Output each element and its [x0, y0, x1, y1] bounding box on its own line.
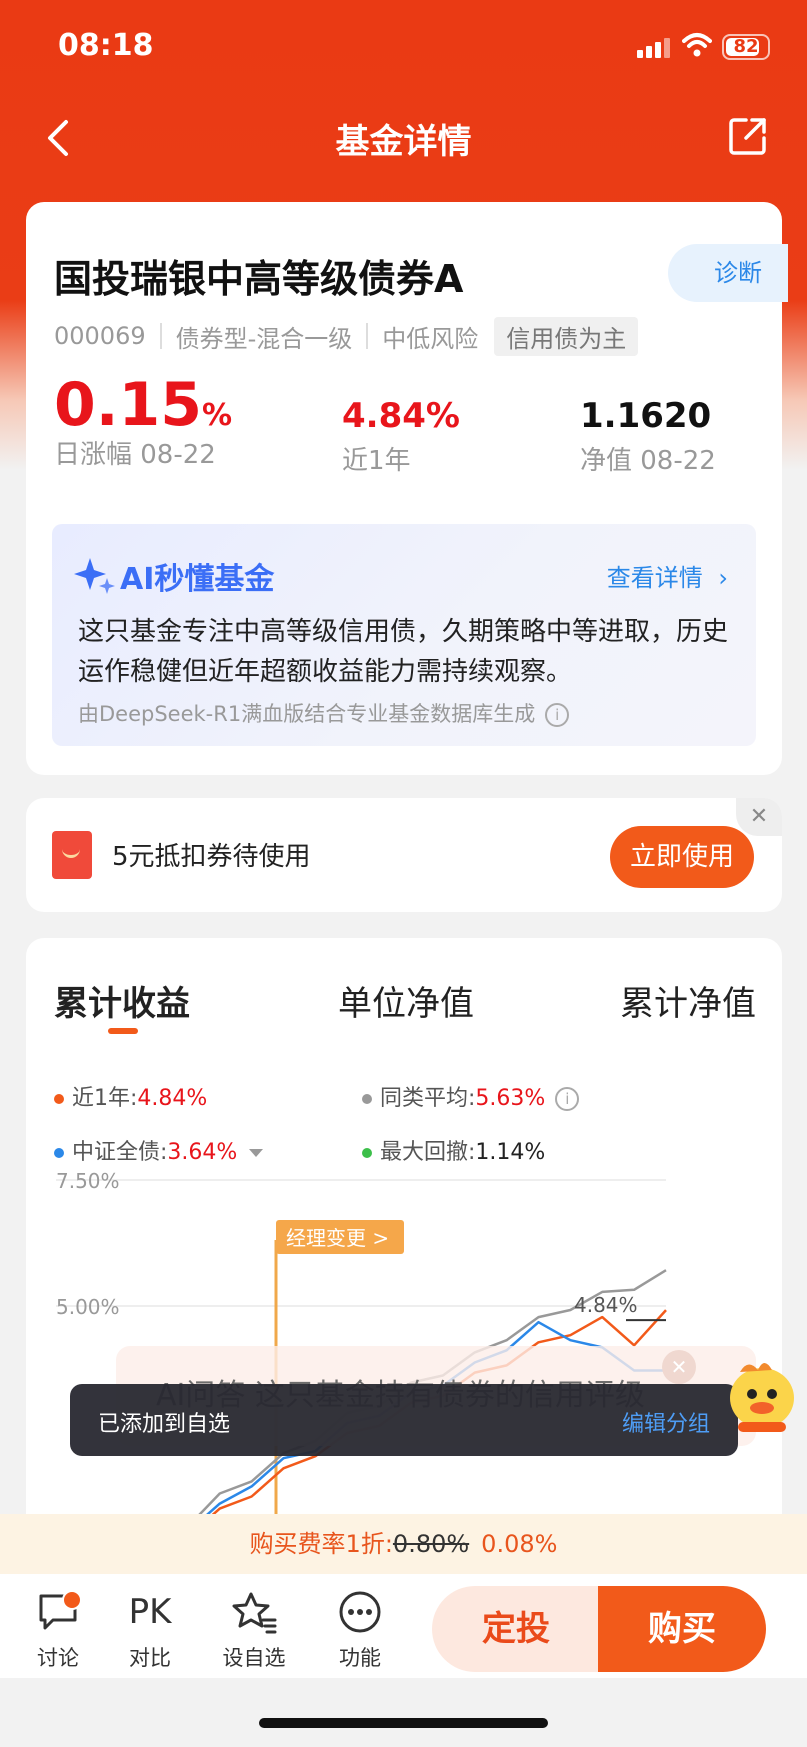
fee-prefix: 购买费率1折:: [249, 1530, 393, 1558]
add-watchlist-label: 设自选: [222, 1646, 286, 1670]
fund-name: 国投瑞银中高等级债券A: [54, 257, 464, 301]
end-value-label: 4.84%: [574, 1293, 638, 1317]
use-coupon-button[interactable]: 立即使用: [610, 826, 754, 888]
divider: [159, 323, 162, 349]
status-bar: 08:18 82: [0, 0, 807, 96]
coupon-text: 5元抵扣券待使用: [112, 842, 311, 872]
fund-tags: 000069 债券型-混合一级 中低风险 信用债为主: [54, 316, 639, 356]
buy-button[interactable]: 购买: [598, 1586, 766, 1672]
nav-label: 净值 08-22: [580, 446, 716, 476]
add-watchlist-button[interactable]: 设自选: [214, 1586, 294, 1672]
purchase-fee-bar: 购买费率1折:0.80% 0.08%: [0, 1514, 807, 1574]
cellular-signal-icon: [637, 36, 673, 58]
duck-mascot-icon[interactable]: [722, 1352, 802, 1436]
daily-change-metric: 0.15% 日涨幅 08-22: [54, 370, 232, 471]
ai-summary-text: 这只基金专注中高等级信用债，久期策略中等进取，历史运作稳健但近年超额收益能力需持…: [78, 617, 729, 687]
close-icon[interactable]: ✕: [736, 798, 782, 836]
share-icon[interactable]: [728, 116, 768, 156]
more-dots-icon: [339, 1591, 381, 1633]
sparkle-icon: [74, 558, 115, 594]
y-tick-label: 7.50%: [56, 1169, 120, 1193]
ai-footnote-text: 由DeepSeek-R1满血版结合专业基金数据库生成: [78, 702, 536, 726]
status-time: 08:18: [58, 28, 154, 63]
nav-metric[interactable]: 1.1620 净值 08-22: [580, 396, 716, 477]
functions-button[interactable]: 功能: [320, 1586, 400, 1672]
divider: [366, 323, 369, 349]
notification-badge: [62, 1590, 82, 1610]
year-return-value: 4.84%: [342, 396, 460, 436]
battery-icon: 82: [722, 34, 770, 60]
bottom-action-bar: 讨论 PK 对比 设自选 功能 定投 购买: [0, 1574, 807, 1678]
compare-label: 对比: [129, 1646, 171, 1670]
page-title: 基金详情: [335, 122, 472, 162]
diagnose-button[interactable]: 诊断: [668, 244, 788, 302]
edit-group-link[interactable]: 编辑分组: [622, 1406, 710, 1438]
ai-summary-title: AI秒懂基金: [120, 562, 275, 597]
fund-type[interactable]: 债券型-混合一级: [176, 319, 353, 354]
auto-invest-button[interactable]: 定投: [432, 1586, 600, 1672]
fee-original: 0.80%: [392, 1530, 470, 1558]
red-envelope-icon: [52, 831, 92, 879]
ai-summary-footnote: 由DeepSeek-R1满血版结合专业基金数据库生成 i: [78, 698, 570, 728]
fund-summary-card: 国投瑞银中高等级债券A 诊断 000069 债券型-混合一级 中低风险 信用债为…: [26, 202, 788, 775]
ai-view-details-label: 查看详情: [606, 564, 703, 592]
ai-view-details-link[interactable]: 查看详情 ›: [607, 558, 728, 593]
toast-text: 已添加到自选: [98, 1412, 231, 1437]
nav-value: 1.1620: [580, 396, 712, 436]
functions-label: 功能: [339, 1646, 381, 1670]
return-chart[interactable]: 7.50% 5.00% 经理变更 > 4.84%: [26, 938, 782, 1578]
fund-risk[interactable]: 中低风险: [382, 319, 478, 354]
fund-focus-tag: 信用债为主: [494, 316, 639, 356]
coupon-banner: 5元抵扣券待使用 立即使用 ✕: [26, 798, 782, 912]
info-icon[interactable]: i: [545, 703, 570, 727]
performance-chart-card: 累计收益 单位净值 累计净值 近1年:4.84% 同类平均:5.63% i 中证全…: [26, 938, 782, 1578]
manager-change-label: 经理变更 >: [286, 1226, 389, 1250]
fee-discounted: 0.08%: [481, 1530, 558, 1558]
y-tick-label: 5.00%: [56, 1295, 120, 1319]
close-icon[interactable]: ✕: [662, 1350, 696, 1384]
year-return-metric[interactable]: 4.84% 近1年: [342, 396, 460, 477]
star-list-icon: [232, 1592, 277, 1634]
added-to-watchlist-toast: 已添加到自选 编辑分组: [70, 1384, 738, 1456]
discuss-button[interactable]: 讨论: [18, 1586, 98, 1672]
compare-button[interactable]: PK 对比: [110, 1586, 190, 1672]
battery-percent: 82: [733, 36, 759, 57]
chevron-right-icon: ›: [718, 564, 728, 592]
wifi-icon: [682, 33, 712, 57]
pk-icon: PK: [128, 1592, 172, 1632]
year-return-label: 近1年: [342, 446, 411, 476]
daily-change-value: 0.15: [54, 370, 203, 440]
ai-summary-box[interactable]: AI秒懂基金 查看详情 › 这只基金专注中高等级信用债，久期策略中等进取，历史运…: [52, 524, 756, 746]
fund-code: 000069: [54, 322, 146, 350]
daily-change-label: 日涨幅 08-22: [54, 440, 216, 470]
daily-change-unit: %: [202, 398, 233, 433]
home-indicator: [259, 1718, 548, 1728]
discuss-label: 讨论: [37, 1646, 79, 1670]
